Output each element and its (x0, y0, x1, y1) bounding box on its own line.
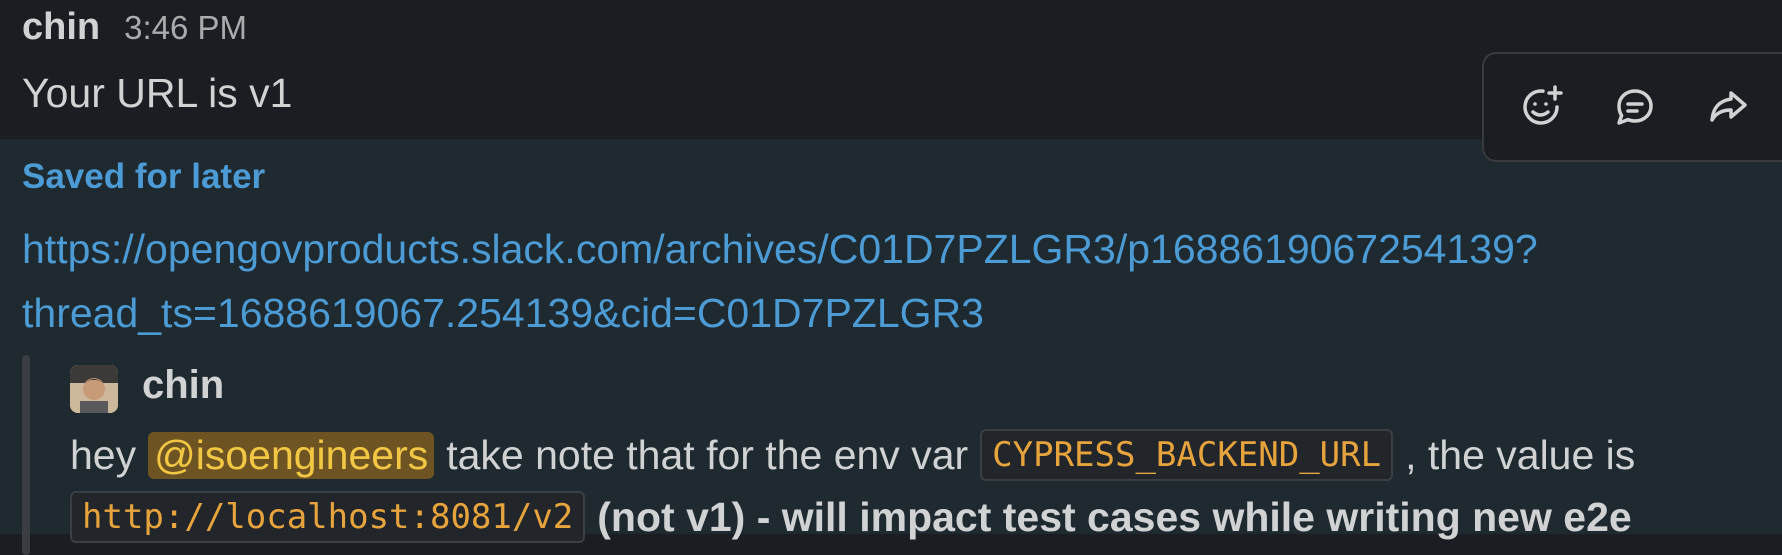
author-name[interactable]: chin (22, 6, 100, 49)
message-timestamp[interactable]: 3:46 PM (124, 9, 247, 47)
quoted-text-after: , the value is (1405, 431, 1636, 478)
message-link[interactable]: https://opengovproducts.slack.com/archiv… (22, 217, 1742, 345)
quoted-bold-text: (not v1) - will impact test cases while … (597, 493, 1632, 540)
saved-message: Saved for later https://opengovproducts.… (0, 139, 1782, 555)
value-code: http://localhost:8081/v2 (70, 491, 586, 543)
env-var-code: CYPRESS_BACKEND_URL (980, 429, 1394, 481)
message-link-line1[interactable]: https://opengovproducts.slack.com/archiv… (22, 226, 1538, 272)
add-reaction-button[interactable] (1506, 74, 1576, 144)
avatar[interactable] (70, 365, 118, 413)
message-link-line2[interactable]: thread_ts=1688619067.254139&cid=C01D7PZL… (22, 290, 984, 336)
add-reaction-icon (1517, 83, 1565, 136)
quoted-text-line2: http://localhost:8081/v2 (not v1) - will… (70, 491, 1632, 543)
saved-for-later-label: Saved for later (22, 157, 266, 196)
quoted-text-line1: hey @isoengineers take note that for the… (70, 429, 1635, 481)
quote-bar (22, 355, 30, 555)
quoted-text-middle: take note that for the env var (446, 431, 969, 478)
quoted-text-hey: hey (70, 431, 137, 478)
reply-in-thread-button[interactable] (1600, 74, 1670, 144)
mention-isoengineers[interactable]: @isoengineers (148, 431, 435, 479)
message-actions-bar (1482, 52, 1782, 162)
share-message-button[interactable] (1694, 74, 1764, 144)
share-message-icon (1705, 83, 1753, 136)
reply-in-thread-icon (1611, 83, 1659, 136)
message-header: chin 3:46 PM (22, 6, 247, 49)
message-text: Your URL is v1 (22, 70, 293, 116)
quoted-author-name[interactable]: chin (142, 363, 224, 408)
